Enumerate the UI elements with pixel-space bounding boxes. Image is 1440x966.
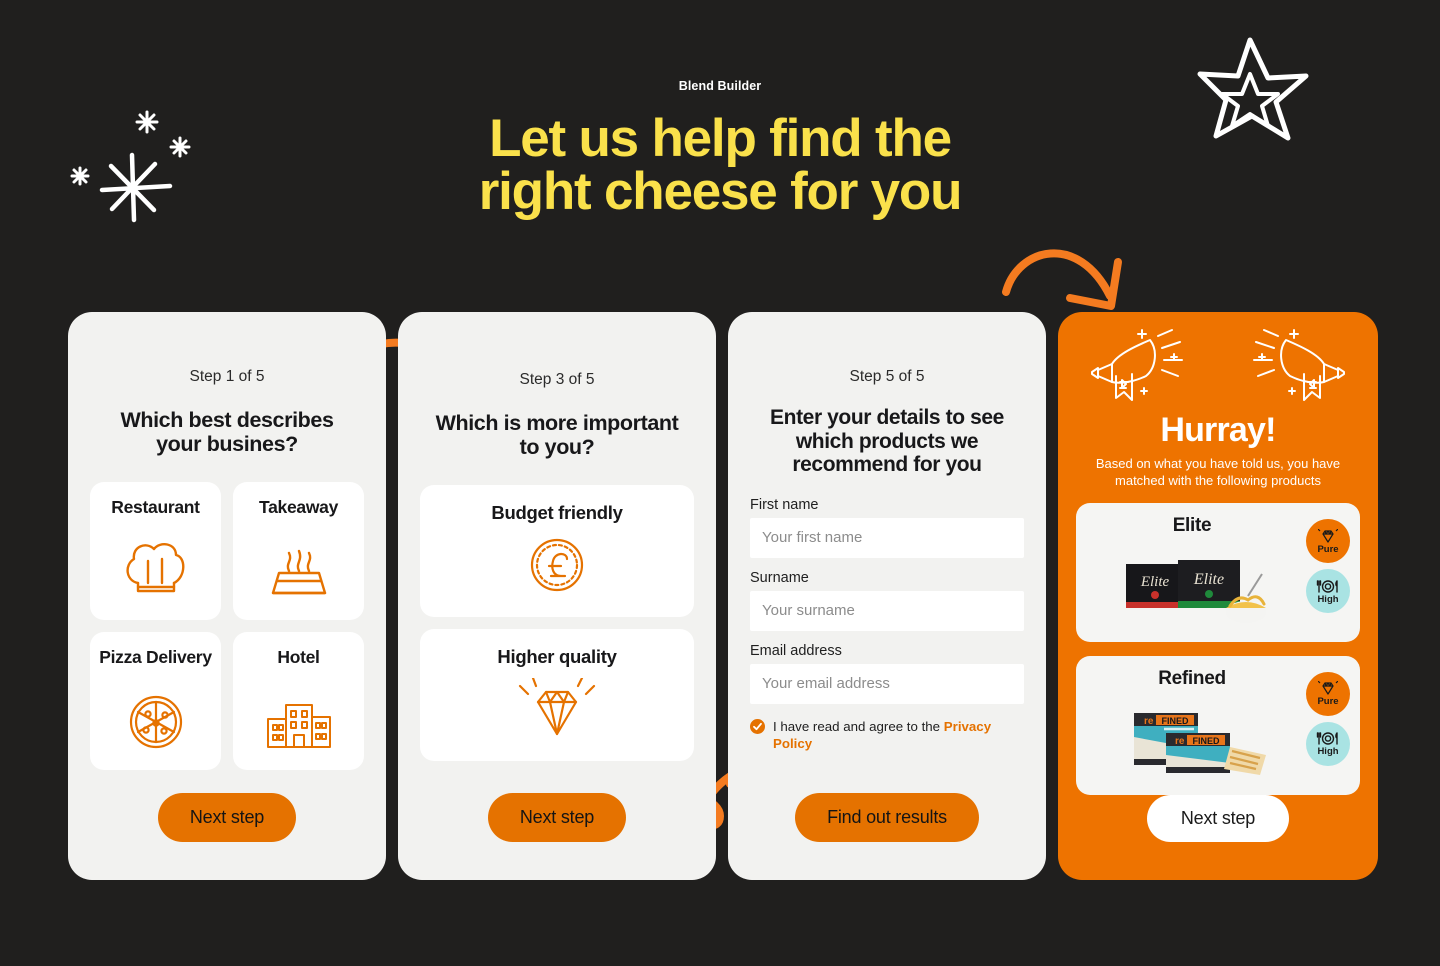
svg-text:re: re: [1144, 716, 1154, 727]
badge-pure: Pure: [1306, 519, 1350, 564]
consent-text: I have read and agree to the Privacy Pol…: [773, 718, 1024, 754]
svg-text:FINED: FINED: [1162, 716, 1190, 726]
badge-label: Pure: [1317, 543, 1339, 555]
badge-label: High: [1317, 746, 1339, 758]
step-indicator: Step 1 of 5: [189, 368, 265, 385]
option-higher-quality[interactable]: Higher quality: [420, 629, 694, 762]
next-step-button[interactable]: Next step: [157, 793, 297, 842]
badge-label: High: [1317, 593, 1339, 605]
card-question: Enter your details to see which products…: [770, 406, 1004, 477]
next-step-button[interactable]: Next step: [487, 793, 627, 842]
page-stage: Blend Builder Let us help find the right…: [0, 0, 1440, 966]
card-question: Which is more important to you?: [435, 411, 679, 460]
consent-prefix: I have read and agree to the: [773, 718, 944, 734]
step-card-form: Step 5 of 5 Enter your details to see wh…: [728, 312, 1046, 880]
details-form: First name Surname Email address I have …: [750, 497, 1024, 754]
takeaway-box-icon: [265, 541, 333, 606]
product-badges: Pure High: [1306, 672, 1350, 767]
horns-row: [1076, 312, 1360, 427]
email-label: Email address: [750, 642, 842, 659]
headline-line-2: right cheese for you: [478, 162, 963, 221]
badge-high: High: [1306, 722, 1350, 767]
headline-line-1: Let us help find the: [489, 109, 952, 168]
megaphone-horn-icon-right: [1240, 326, 1356, 427]
consent-row: I have read and agree to the Privacy Pol…: [750, 718, 1024, 754]
options-grid: Restaurant Takeaway Pizza Delivery Hotel: [90, 482, 364, 771]
badge-label: Pure: [1317, 696, 1339, 708]
card-2-button-row: Next step: [420, 793, 694, 880]
pound-coin-icon: [525, 534, 589, 601]
option-label: Hotel: [277, 647, 320, 668]
option-pizza-delivery[interactable]: Pizza Delivery: [90, 632, 221, 771]
badge-high: High: [1306, 569, 1350, 614]
option-label: Budget friendly: [491, 502, 623, 524]
hotel-building-icon: [262, 697, 336, 756]
card-1-button-row: Next step: [90, 793, 364, 880]
surname-input[interactable]: [750, 590, 1024, 631]
product-card-refined[interactable]: Refined re FINED re FINED Pure High: [1076, 656, 1360, 795]
option-budget-friendly[interactable]: Budget friendly: [420, 485, 694, 618]
privacy-checkbox[interactable]: [750, 718, 765, 734]
option-label: Restaurant: [111, 497, 200, 518]
option-hotel[interactable]: Hotel: [233, 632, 364, 771]
svg-text:Elite: Elite: [1140, 574, 1170, 590]
surname-label: Surname: [750, 569, 809, 586]
badge-pure: Pure: [1306, 672, 1350, 717]
first-name-label: First name: [750, 496, 819, 513]
svg-text:Elite: Elite: [1193, 571, 1224, 588]
product-badges: Pure High: [1306, 519, 1350, 614]
option-restaurant[interactable]: Restaurant: [90, 482, 221, 621]
find-out-results-button[interactable]: Find out results: [795, 793, 979, 842]
first-name-input[interactable]: [750, 517, 1024, 558]
next-step-button[interactable]: Next step: [1146, 795, 1290, 842]
svg-text:re: re: [1175, 736, 1185, 747]
page-title: Let us help find the right cheese for yo…: [360, 112, 1080, 218]
option-label: Higher quality: [497, 646, 617, 668]
svg-text:FINED: FINED: [1193, 736, 1221, 746]
option-label: Takeaway: [259, 497, 338, 518]
form-button-row: Find out results: [750, 793, 1024, 880]
email-input[interactable]: [750, 663, 1024, 704]
pizza-icon: [126, 693, 186, 756]
option-label: Pizza Delivery: [99, 647, 212, 668]
diamond-icon: [514, 677, 600, 745]
wizard-cards-row: Step 1 of 5 Which best describes your bu…: [68, 312, 1378, 880]
step-card-2: Step 3 of 5 Which is more important to y…: [398, 312, 716, 880]
step-indicator: Step 5 of 5: [849, 368, 925, 385]
brand-label: Blend Builder: [678, 79, 762, 93]
sparkle-burst-icon: [62, 100, 202, 235]
step-indicator: Step 3 of 5: [519, 371, 595, 388]
step-card-1: Step 1 of 5 Which best describes your bu…: [68, 312, 386, 880]
option-takeaway[interactable]: Takeaway: [233, 482, 364, 621]
options-stack: Budget friendly Higher quality: [420, 485, 694, 762]
product-card-elite[interactable]: Elite Elite Elite Pure High: [1076, 503, 1360, 643]
results-button-row: Next step: [1076, 795, 1360, 880]
chef-hat-icon: [122, 539, 190, 606]
card-question: Which best describes your busines?: [120, 408, 334, 457]
results-card: Hurray! Based on what you have told us, …: [1058, 312, 1378, 880]
results-subtitle: Based on what you have told us, you have…: [1095, 456, 1341, 488]
